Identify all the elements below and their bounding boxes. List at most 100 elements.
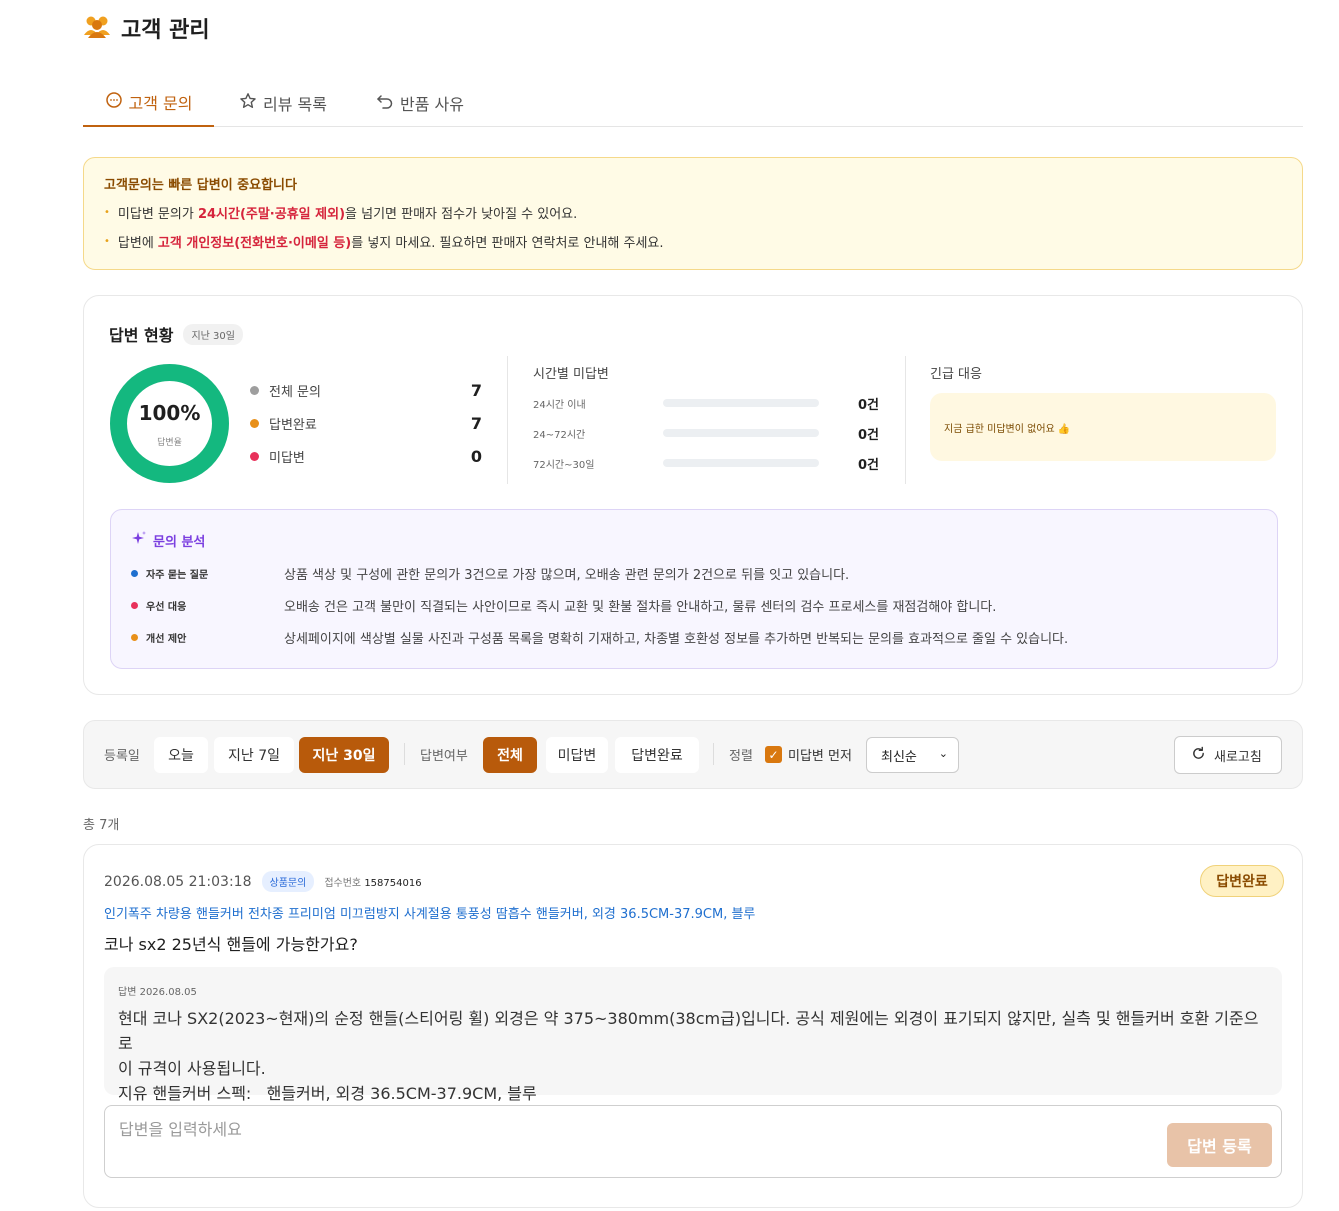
analysis-title-row: 문의 분석 bbox=[131, 530, 205, 550]
time-bar bbox=[663, 459, 819, 467]
answer-all-button[interactable]: 전체 bbox=[483, 737, 537, 773]
legend-dot bbox=[250, 451, 259, 461]
date-7days-button[interactable]: 지난 7일 bbox=[214, 737, 294, 773]
answer-unanswered-button[interactable]: 미답변 bbox=[546, 737, 608, 773]
time-count: 0건 bbox=[857, 427, 879, 443]
status-title-row: 답변 현황 지난 30일 bbox=[109, 322, 243, 346]
answer-line: 이 규격이 사용됩니다. bbox=[118, 1059, 266, 1078]
sort-label: 정렬 bbox=[729, 749, 753, 764]
legend-dot bbox=[250, 385, 259, 395]
urgent-title: 긴급 대응 bbox=[930, 367, 982, 382]
legend-answered: 답변완료 7 bbox=[250, 412, 482, 434]
tab-review-list[interactable]: 리뷰 목록 bbox=[239, 78, 327, 127]
bullet-icon: • bbox=[104, 236, 110, 247]
notice-line: • 미답변 문의가 24시간(주말·공휴일 제외)을 넘기면 판매자 점수가 낮… bbox=[104, 203, 1282, 222]
answer-line: 현대 코나 SX2(2023~현재)의 순정 핸들(스티어링 휠) 외경은 약 … bbox=[118, 1009, 1259, 1053]
analysis-text: 오배송 건은 고객 불만이 직결되는 사안이므로 즉시 교환 및 환불 절차를 … bbox=[284, 600, 997, 615]
tab-label: 리뷰 목록 bbox=[263, 94, 327, 114]
sparkle-icon bbox=[131, 530, 147, 550]
sort-value: 최신순 bbox=[881, 749, 917, 765]
answer-filter-label: 답변여부 bbox=[420, 749, 468, 764]
legend-value: 7 bbox=[470, 413, 482, 433]
notice-text: 답변에 bbox=[117, 236, 158, 251]
chat-icon bbox=[105, 91, 123, 113]
legend-label: 미답변 bbox=[269, 450, 305, 466]
receipt-label: 접수번호 bbox=[324, 878, 362, 889]
answer-line: 지유 핸들커버 스펙: 핸들커버, 외경 36.5CM-37.9CM, 블루 bbox=[118, 1084, 537, 1103]
legend-value: 7 bbox=[470, 380, 482, 400]
time-row: 24~72시간 0건 bbox=[533, 418, 879, 448]
divider bbox=[713, 743, 714, 765]
reply-box: 답변 등록 bbox=[104, 1105, 1282, 1178]
period-chip: 지난 30일 bbox=[183, 323, 243, 345]
time-count: 0건 bbox=[857, 397, 879, 413]
analysis-dot bbox=[131, 602, 138, 609]
tab-label: 반품 사유 bbox=[400, 94, 464, 114]
analysis-row-priority: 우선 대응 오배송 건은 고객 불만이 직결되는 사안이므로 즉시 교환 및 환… bbox=[131, 596, 996, 615]
answer-done-button[interactable]: 답변완료 bbox=[615, 737, 699, 773]
inquiry-question: 코나 sx2 25년식 핸들에 가능한가요? bbox=[104, 935, 358, 954]
analysis-row-suggestion: 개선 제안 상세페이지에 색상별 실물 사진과 구성품 목록을 명확히 기재하고… bbox=[131, 628, 1068, 647]
notice-emphasis: 고객 개인정보(전화번호·이메일 등) bbox=[157, 236, 352, 251]
unanswered-first-checkbox[interactable]: ✓ bbox=[765, 746, 782, 763]
analysis-label: 개선 제안 bbox=[146, 634, 187, 645]
unanswered-first-label: 미답변 먼저 bbox=[788, 749, 852, 764]
time-row: 72시간~30일 0건 bbox=[533, 448, 879, 478]
answer-date: 답변 2026.08.05 bbox=[118, 987, 197, 998]
tab-bar: 고객 문의 리뷰 목록 반품 사유 bbox=[83, 78, 1303, 127]
page-header: 고객 관리 bbox=[83, 12, 210, 44]
bullet-icon: • bbox=[104, 207, 110, 218]
time-breakdown: 24시간 이내 0건 24~72시간 0건 72시간~30일 0건 bbox=[533, 388, 879, 478]
return-icon bbox=[376, 92, 394, 114]
date-filter-label: 등록일 bbox=[104, 749, 140, 764]
status-legend: 전체 문의 7 답변완료 7 미답변 0 bbox=[250, 379, 482, 469]
users-icon bbox=[83, 13, 111, 43]
divider bbox=[404, 743, 405, 765]
sort-select[interactable]: 최신순 ⌄ bbox=[866, 737, 959, 773]
time-title: 시간별 미답변 bbox=[533, 367, 609, 382]
answer-status-card: 답변 현황 지난 30일 100% 답변율 전체 문의 7 답변완료 7 미답변… bbox=[83, 295, 1303, 695]
status-title: 답변 현황 bbox=[109, 326, 174, 345]
inquiry-meta: 2026.08.05 21:03:18 상품문의 접수번호 158754016 bbox=[104, 871, 422, 892]
refresh-button[interactable]: 새로고침 bbox=[1174, 736, 1282, 774]
filter-bar: 등록일 오늘 지난 7일 지난 30일 답변여부 전체 미답변 답변완료 정렬 … bbox=[83, 720, 1303, 789]
page-title: 고객 관리 bbox=[121, 18, 210, 43]
legend-value: 0 bbox=[470, 446, 482, 466]
time-count: 0건 bbox=[857, 457, 879, 473]
notice-text: 을 넘기면 판매자 점수가 낮아질 수 있어요. bbox=[345, 207, 578, 222]
analysis-label: 우선 대응 bbox=[146, 602, 187, 613]
tab-customer-inquiry[interactable]: 고객 문의 bbox=[83, 78, 214, 127]
notice-title: 고객문의는 빠른 답변이 중요합니다 bbox=[104, 178, 297, 193]
analysis-title: 문의 분석 bbox=[153, 534, 206, 550]
notice-text: 미답변 문의가 bbox=[117, 207, 198, 222]
analysis-row-faq: 자주 묻는 질문 상품 색상 및 구성에 관한 문의가 3건으로 가장 많으며,… bbox=[131, 564, 849, 583]
total-count: 총 7개 bbox=[83, 818, 120, 833]
legend-label: 전체 문의 bbox=[269, 384, 321, 400]
product-link[interactable]: 인기폭주 차량용 핸들커버 전차종 프리미엄 미끄럼방지 사계절용 통풍성 땀흡… bbox=[104, 903, 755, 922]
legend-dot bbox=[250, 418, 259, 428]
answer-rate-donut: 100% 답변율 bbox=[109, 363, 230, 484]
time-row: 24시간 이내 0건 bbox=[533, 388, 879, 418]
time-bar bbox=[663, 429, 819, 437]
date-30days-button[interactable]: 지난 30일 bbox=[299, 737, 389, 773]
analysis-dot bbox=[131, 634, 138, 641]
receipt-number: 접수번호 158754016 bbox=[324, 874, 421, 889]
legend-total: 전체 문의 7 bbox=[250, 379, 482, 401]
analysis-label: 자주 묻는 질문 bbox=[146, 570, 209, 581]
inquiry-analysis: 문의 분석 자주 묻는 질문 상품 색상 및 구성에 관한 문의가 3건으로 가… bbox=[110, 509, 1278, 669]
time-label: 24시간 이내 bbox=[533, 399, 586, 411]
submit-reply-button[interactable]: 답변 등록 bbox=[1167, 1123, 1272, 1167]
reply-input[interactable] bbox=[119, 1120, 1019, 1139]
tab-return-reason[interactable]: 반품 사유 bbox=[376, 78, 464, 127]
analysis-text: 상세페이지에 색상별 실물 사진과 구성품 목록을 명확히 기재하고, 차종별 … bbox=[284, 632, 1069, 647]
analysis-dot bbox=[131, 570, 138, 577]
status-badge: 답변완료 bbox=[1200, 865, 1284, 897]
legend-unanswered: 미답변 0 bbox=[250, 445, 482, 467]
date-today-button[interactable]: 오늘 bbox=[154, 737, 208, 773]
analysis-text: 상품 색상 및 구성에 관한 문의가 3건으로 가장 많으며, 오배송 관련 문… bbox=[284, 568, 850, 583]
notice-text: 를 넣지 마세요. 필요하면 판매자 연락처로 안내해 주세요. bbox=[351, 236, 664, 251]
answer-text: 현대 코나 SX2(2023~현재)의 순정 핸들(스티어링 휠) 외경은 약 … bbox=[118, 1006, 1268, 1106]
answer-rate-label: 답변율 bbox=[157, 438, 182, 448]
chevron-down-icon: ⌄ bbox=[938, 747, 948, 760]
time-bar bbox=[663, 399, 819, 407]
